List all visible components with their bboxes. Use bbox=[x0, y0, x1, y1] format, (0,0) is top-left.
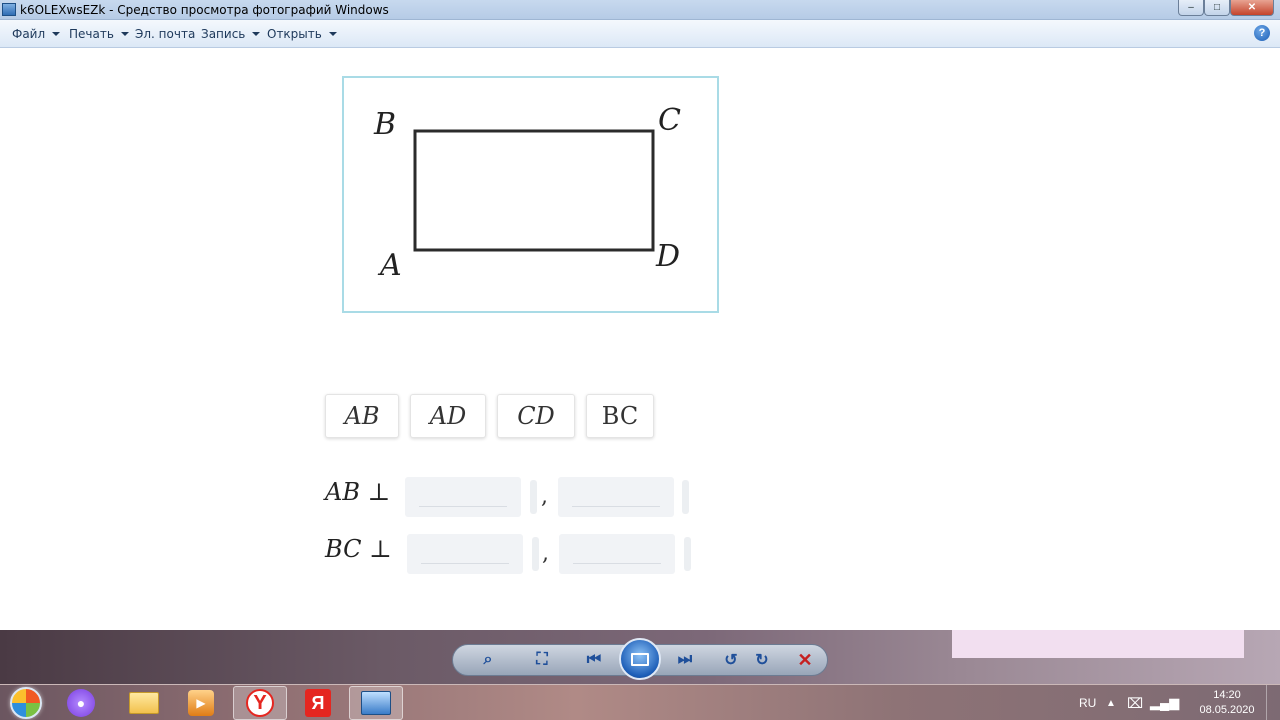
delete-icon[interactable]: ✕ bbox=[791, 646, 819, 674]
viewer-control-bar: ⌕ ⛶ ⏮ ⏭ ↺ ↻ ✕ bbox=[0, 630, 1280, 684]
background-patch bbox=[952, 630, 1244, 658]
perpendicular-symbol: ⊥ bbox=[367, 478, 391, 506]
answer-slot[interactable] bbox=[559, 534, 675, 574]
menu-print-label: Печать bbox=[69, 27, 114, 41]
safely-remove-icon[interactable]: ⌧ bbox=[1127, 685, 1143, 720]
media-player-icon: ▶ bbox=[188, 690, 214, 716]
previous-icon[interactable]: ⏮ bbox=[580, 646, 608, 674]
window-controls: – □ ✕ bbox=[1178, 0, 1274, 16]
taskbar-yandex-browser[interactable]: Y bbox=[233, 686, 287, 720]
rotate-left-icon[interactable]: ↺ bbox=[717, 646, 745, 674]
equation-segment: BC bbox=[325, 535, 362, 563]
menu-email-label: Эл. почта bbox=[135, 27, 196, 41]
yandex-browser-icon: Y bbox=[246, 689, 274, 717]
slot-edge bbox=[684, 537, 691, 571]
vertex-label-d: D bbox=[656, 239, 681, 274]
yandex-icon: Я bbox=[305, 689, 331, 717]
answer-chip-cd[interactable]: CD bbox=[497, 394, 575, 438]
system-clock[interactable]: 14:20 08.05.2020 bbox=[1198, 688, 1256, 718]
fit-window-icon[interactable]: ⛶ bbox=[528, 646, 556, 674]
menu-file[interactable]: Файл bbox=[12, 27, 61, 41]
alice-icon: ● bbox=[67, 689, 95, 717]
menu-burn-label: Запись bbox=[201, 27, 246, 41]
slot-underline bbox=[573, 563, 661, 564]
title-bar: k6OLEXwsEZk - Средство просмотра фотогра… bbox=[0, 0, 1280, 20]
comma-separator: , bbox=[542, 541, 549, 566]
taskbar-alice[interactable]: ● bbox=[54, 686, 108, 720]
taskbar: ● ▶ Y Я RU ▲ ⌧ ▂▄▆ 🔈︎ 14:20 08.05.2020 bbox=[0, 684, 1280, 720]
rotate-right-icon[interactable]: ↻ bbox=[748, 646, 776, 674]
answer-chip-ad[interactable]: AD bbox=[410, 394, 486, 438]
next-icon[interactable]: ⏭ bbox=[671, 646, 699, 674]
chevron-down-icon bbox=[120, 32, 129, 36]
answer-slot[interactable] bbox=[407, 534, 523, 574]
clock-date: 08.05.2020 bbox=[1199, 704, 1255, 716]
answer-chip-ab[interactable]: AB bbox=[325, 394, 399, 438]
window-title: k6OLEXwsEZk - Средство просмотра фотогра… bbox=[20, 3, 389, 17]
menu-bar: Файл Печать Эл. почта Запись Открыть ? bbox=[0, 20, 1280, 48]
volume-icon[interactable]: 🔈︎ bbox=[1174, 685, 1182, 720]
taskbar-photo-viewer[interactable] bbox=[349, 686, 403, 720]
minimize-button[interactable]: – bbox=[1178, 0, 1204, 16]
slot-edge bbox=[530, 480, 537, 514]
comma-separator: , bbox=[541, 484, 548, 509]
slot-underline bbox=[572, 506, 660, 507]
tray-expand-icon[interactable]: ▲ bbox=[1106, 685, 1116, 720]
photo-viewer-app-icon bbox=[2, 3, 16, 16]
slot-edge bbox=[682, 480, 689, 514]
rectangle-abcd bbox=[413, 129, 655, 252]
show-desktop-button[interactable] bbox=[1266, 685, 1280, 720]
taskbar-media-player[interactable]: ▶ bbox=[174, 686, 228, 720]
slot-underline bbox=[419, 506, 507, 507]
menu-open[interactable]: Открыть bbox=[267, 27, 337, 41]
slot-underline bbox=[421, 563, 509, 564]
clock-time: 14:20 bbox=[1213, 689, 1241, 701]
chevron-down-icon bbox=[328, 32, 337, 36]
menu-open-label: Открыть bbox=[267, 27, 322, 41]
screen-glyph bbox=[631, 652, 649, 666]
windows-logo-icon bbox=[10, 687, 42, 719]
menu-print[interactable]: Печать bbox=[69, 27, 129, 41]
menu-burn[interactable]: Запись bbox=[201, 27, 261, 41]
vertex-label-a: A bbox=[380, 248, 402, 283]
chevron-down-icon bbox=[252, 32, 261, 36]
start-button[interactable] bbox=[6, 685, 46, 720]
slot-edge bbox=[532, 537, 539, 571]
vertex-label-b: B bbox=[374, 107, 397, 142]
language-indicator[interactable]: RU bbox=[1079, 685, 1096, 720]
vertex-label-c: C bbox=[658, 103, 681, 138]
rectangle-figure: B C A D bbox=[342, 76, 719, 313]
maximize-button[interactable]: □ bbox=[1204, 0, 1230, 16]
taskbar-explorer[interactable] bbox=[117, 686, 171, 720]
slideshow-icon[interactable] bbox=[619, 638, 661, 680]
equation-segment: AB bbox=[325, 478, 360, 506]
answer-slot[interactable] bbox=[405, 477, 521, 517]
close-button[interactable]: ✕ bbox=[1230, 0, 1274, 16]
help-icon[interactable]: ? bbox=[1254, 25, 1270, 41]
answer-slot[interactable] bbox=[558, 477, 674, 517]
zoom-icon[interactable]: ⌕ bbox=[474, 646, 502, 674]
equation-row-1-label: AB ⊥ bbox=[325, 478, 390, 506]
taskbar-yandex[interactable]: Я bbox=[291, 686, 345, 720]
photo-viewer-icon bbox=[361, 691, 391, 715]
menu-email[interactable]: Эл. почта bbox=[135, 27, 195, 41]
menu-file-label: Файл bbox=[12, 27, 46, 41]
chevron-down-icon bbox=[52, 32, 61, 36]
perpendicular-symbol: ⊥ bbox=[369, 535, 392, 563]
equation-row-2-label: BC ⊥ bbox=[325, 535, 392, 563]
folder-icon bbox=[129, 692, 159, 714]
answer-chip-bc[interactable]: BC bbox=[586, 394, 654, 438]
